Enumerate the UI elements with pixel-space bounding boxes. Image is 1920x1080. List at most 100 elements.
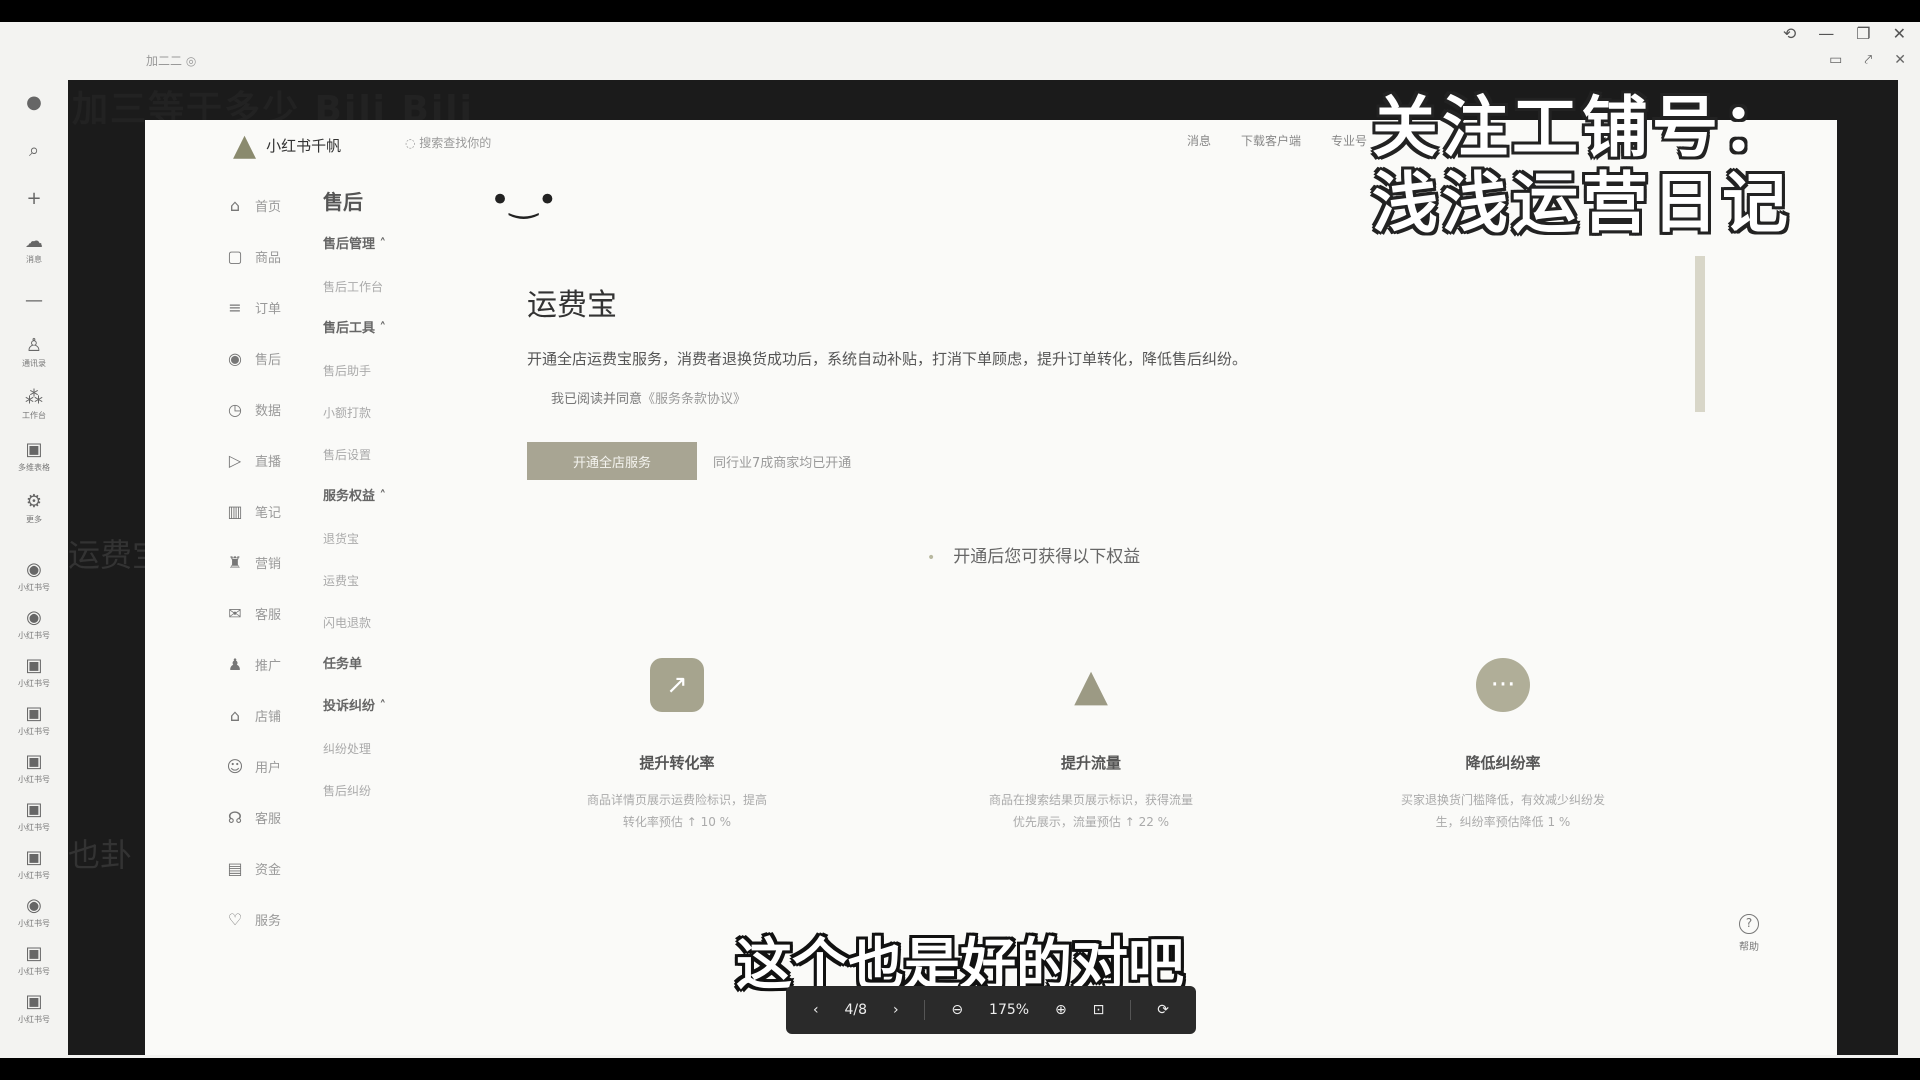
toolbar-divider — [924, 1000, 926, 1020]
faded-tab: 加二二 ◎ — [146, 54, 197, 68]
rail-recent-item[interactable]: ◉ 小红书号 — [12, 552, 56, 600]
brand[interactable]: ▲ 小红书千帆 — [233, 128, 341, 163]
benefit-traffic: ▲ 提升流量 商品在搜索结果页展示标识，获得流量 优先展示，流量预估 ↑ 22 % — [988, 659, 1193, 830]
fit-page-icon[interactable]: ⊡ — [1093, 1002, 1105, 1018]
page-indicator: 4/8 — [844, 1002, 868, 1018]
nav-item-marketing[interactable]: ♜ 营销 — [225, 537, 315, 588]
toolbar-divider — [1130, 1000, 1132, 1020]
home-icon: ⌂ — [229, 196, 241, 215]
rail-contacts[interactable]: ♙ 通讯录 — [12, 326, 56, 378]
agreement-checkbox[interactable]: 我已阅读并同意《服务条款协议》 — [551, 388, 746, 407]
search-icon[interactable]: ⌕ — [12, 126, 56, 174]
brand-name: 小红书千帆 — [266, 137, 342, 155]
secondary-nav-heading: 售后 — [323, 190, 363, 214]
rail-recent-item[interactable]: ▣ 小红书号 — [12, 696, 56, 744]
product-icon: ▢ — [227, 247, 243, 266]
window-icon[interactable]: ▭ — [1829, 52, 1842, 68]
sub-link[interactable]: 纠纷处理 — [323, 728, 433, 770]
live-icon: ▷ — [228, 451, 242, 470]
benefit-heading: • 开通后您可获得以下权益 — [927, 547, 1141, 567]
sub-group-title[interactable]: 任务单 — [323, 644, 433, 686]
chat-bubble-icon: ··· — [1476, 658, 1530, 712]
sub-link[interactable]: 退货宝 — [323, 518, 433, 560]
sub-link[interactable]: 售后设置 — [323, 434, 433, 476]
rail-recent-item[interactable]: ▣ 小红书号 — [12, 840, 56, 888]
sub-group-title[interactable]: 售后管理 ˄ — [323, 224, 433, 266]
search-input[interactable]: ◌ 搜索查找你的 — [405, 134, 491, 151]
open-note: 同行业7成商家均已开通 — [713, 456, 852, 471]
maximize-icon[interactable]: ❐ — [1856, 24, 1870, 43]
nav-item-aftersales[interactable]: ◉ 售后 — [225, 333, 315, 384]
secondary-nav: 售后 售后管理 ˄ 售后工作台 售后工具 ˄ 售后助手 小额打款 售后设置 服务… — [323, 180, 433, 812]
nav-item-data[interactable]: ◷ 数据 — [225, 384, 315, 435]
aftersales-icon: ◉ — [228, 349, 242, 368]
popout-icon[interactable]: ⤤ — [1864, 52, 1872, 68]
benefit-dispute: ··· 降低纠纷率 买家退换货门槛降低，有效减少纠纷发 生，纠纷率预估降低 1 % — [1373, 658, 1633, 833]
user-icon: ☺ — [226, 757, 244, 776]
nav-item-live[interactable]: ▷ 直播 — [225, 435, 315, 486]
document-page: ▲ 小红书千帆 ◌ 搜索查找你的 消息 下载客户端 专业号 ⌂ 首页 ▢ 商品 ≡ 订… — [145, 120, 1837, 1055]
wallet-icon: ▤ — [227, 859, 243, 878]
nav-item-home[interactable]: ⌂ 首页 — [225, 180, 315, 231]
sub-group-title[interactable]: 售后工具 ˄ — [323, 308, 433, 350]
avatar[interactable]: ● — [12, 78, 56, 126]
rail-more[interactable]: ⚙ 更多 — [12, 482, 56, 534]
data-icon: ◷ — [228, 400, 242, 419]
viewer-controls: ▭ ⤤ ✕ — [1829, 52, 1906, 68]
top-strip: 加二二 ◎ ⟲ — ❐ ✕ ▭ ⤤ ✕ — [68, 22, 1920, 80]
window-controls: ⟲ — ❐ ✕ — [1783, 24, 1906, 43]
rail-recent-item[interactable]: ▣ 小红书号 — [12, 744, 56, 792]
rail-divider: — — [25, 289, 43, 311]
zoom-level[interactable]: 175% — [989, 1002, 1029, 1018]
sub-link[interactable]: 售后工作台 — [323, 266, 433, 308]
minimize-icon[interactable]: — — [1818, 24, 1834, 43]
nav-item-promotion[interactable]: ♟ 推广 — [225, 639, 315, 690]
more-icon: ⚙ — [25, 491, 43, 512]
next-page-icon[interactable]: › — [893, 1002, 899, 1018]
close-icon[interactable]: ✕ — [1893, 24, 1906, 43]
nav-item-store[interactable]: ⌂ 店铺 — [225, 690, 315, 741]
page-title: 运费宝 — [527, 288, 617, 323]
open-service-button[interactable]: 开通全店服务 — [527, 442, 697, 480]
add-icon[interactable]: + — [12, 174, 56, 222]
rail-recent-item[interactable]: ▣ 小红书号 — [12, 648, 56, 696]
store-icon: ⌂ — [229, 706, 241, 725]
history-icon[interactable]: ⟲ — [1783, 24, 1796, 43]
close-viewer-icon[interactable]: ✕ — [1894, 52, 1906, 68]
scrollbar-thumb[interactable] — [1695, 256, 1705, 412]
rail-tables[interactable]: ▣ 多维表格 — [12, 430, 56, 482]
main-content: 运费宝 开通全店运费宝服务，消费者退换货成功后，系统自动补贴，打消下单顾虑，提升… — [527, 120, 1837, 1055]
zoom-out-icon[interactable]: ⊖ — [951, 1002, 963, 1018]
grid-icon: ⁂ — [25, 387, 43, 408]
nav-item-users[interactable]: ☺ 用户 — [225, 741, 315, 792]
primary-nav: ⌂ 首页 ▢ 商品 ≡ 订单 ◉ 售后 ◷ 数据 ▷ 直播 ▥ 笔记 ♜ 营销 ✉ 客服 ♟ 推广 … — [225, 180, 315, 945]
nav-item-cs[interactable]: ☊ 客服 — [225, 792, 315, 843]
sub-link[interactable]: 售后纠纷 — [323, 770, 433, 812]
sub-link[interactable]: 售后助手 — [323, 350, 433, 392]
prev-page-icon[interactable]: ‹ — [813, 1002, 819, 1018]
rail-recent-item[interactable]: ◉ 小红书号 — [12, 600, 56, 648]
nav-item-orders[interactable]: ≡ 订单 — [225, 282, 315, 333]
rail-workbench[interactable]: ⁂ 工作台 — [12, 378, 56, 430]
rail-messages[interactable]: ☁ 消息 — [12, 222, 56, 274]
nav-item-products[interactable]: ▢ 商品 — [225, 231, 315, 282]
behind-side-text-2: 也卦 — [68, 836, 133, 874]
benefit-list: ↗ 提升转化率 商品详情页展示运费险标识，提高 转化率预估 ↑ 10 % ▲ 提升… — [527, 658, 1767, 878]
sub-link[interactable]: 小额打款 — [323, 392, 433, 434]
sub-group-title[interactable]: 服务权益 ˄ — [323, 476, 433, 518]
agreement-link[interactable]: 《服务条款协议》 — [642, 392, 746, 407]
sub-group-title[interactable]: 投诉纠纷 ˄ — [323, 686, 433, 728]
left-rail: ● ⌕ + ☁ 消息 — ♙ 通讯录 ⁂ 工作台 ▣ 多维表格 ⚙ 更多 ◉ 小红书号 ◉ 小… — [0, 22, 68, 1058]
contacts-icon: ♙ — [25, 335, 43, 356]
nav-item-notes[interactable]: ▥ 笔记 — [225, 486, 315, 537]
message-icon: ✉ — [228, 604, 242, 623]
zoom-in-icon[interactable]: ⊕ — [1055, 1002, 1067, 1018]
nav-item-funds[interactable]: ▤ 资金 — [225, 843, 315, 894]
order-icon: ≡ — [228, 298, 242, 317]
sub-link[interactable]: 闪电退款 — [323, 602, 433, 644]
rail-recent-item[interactable]: ▣ 小红书号 — [12, 792, 56, 840]
sub-link-active[interactable]: 运费宝 — [323, 560, 433, 602]
rotate-icon[interactable]: ⟳ — [1157, 1002, 1169, 1018]
nav-item-service[interactable]: ✉ 客服 — [225, 588, 315, 639]
pdf-toolbar: ‹ 4/8 › ⊖ 175% ⊕ ⊡ ⟳ — [786, 986, 1196, 1034]
